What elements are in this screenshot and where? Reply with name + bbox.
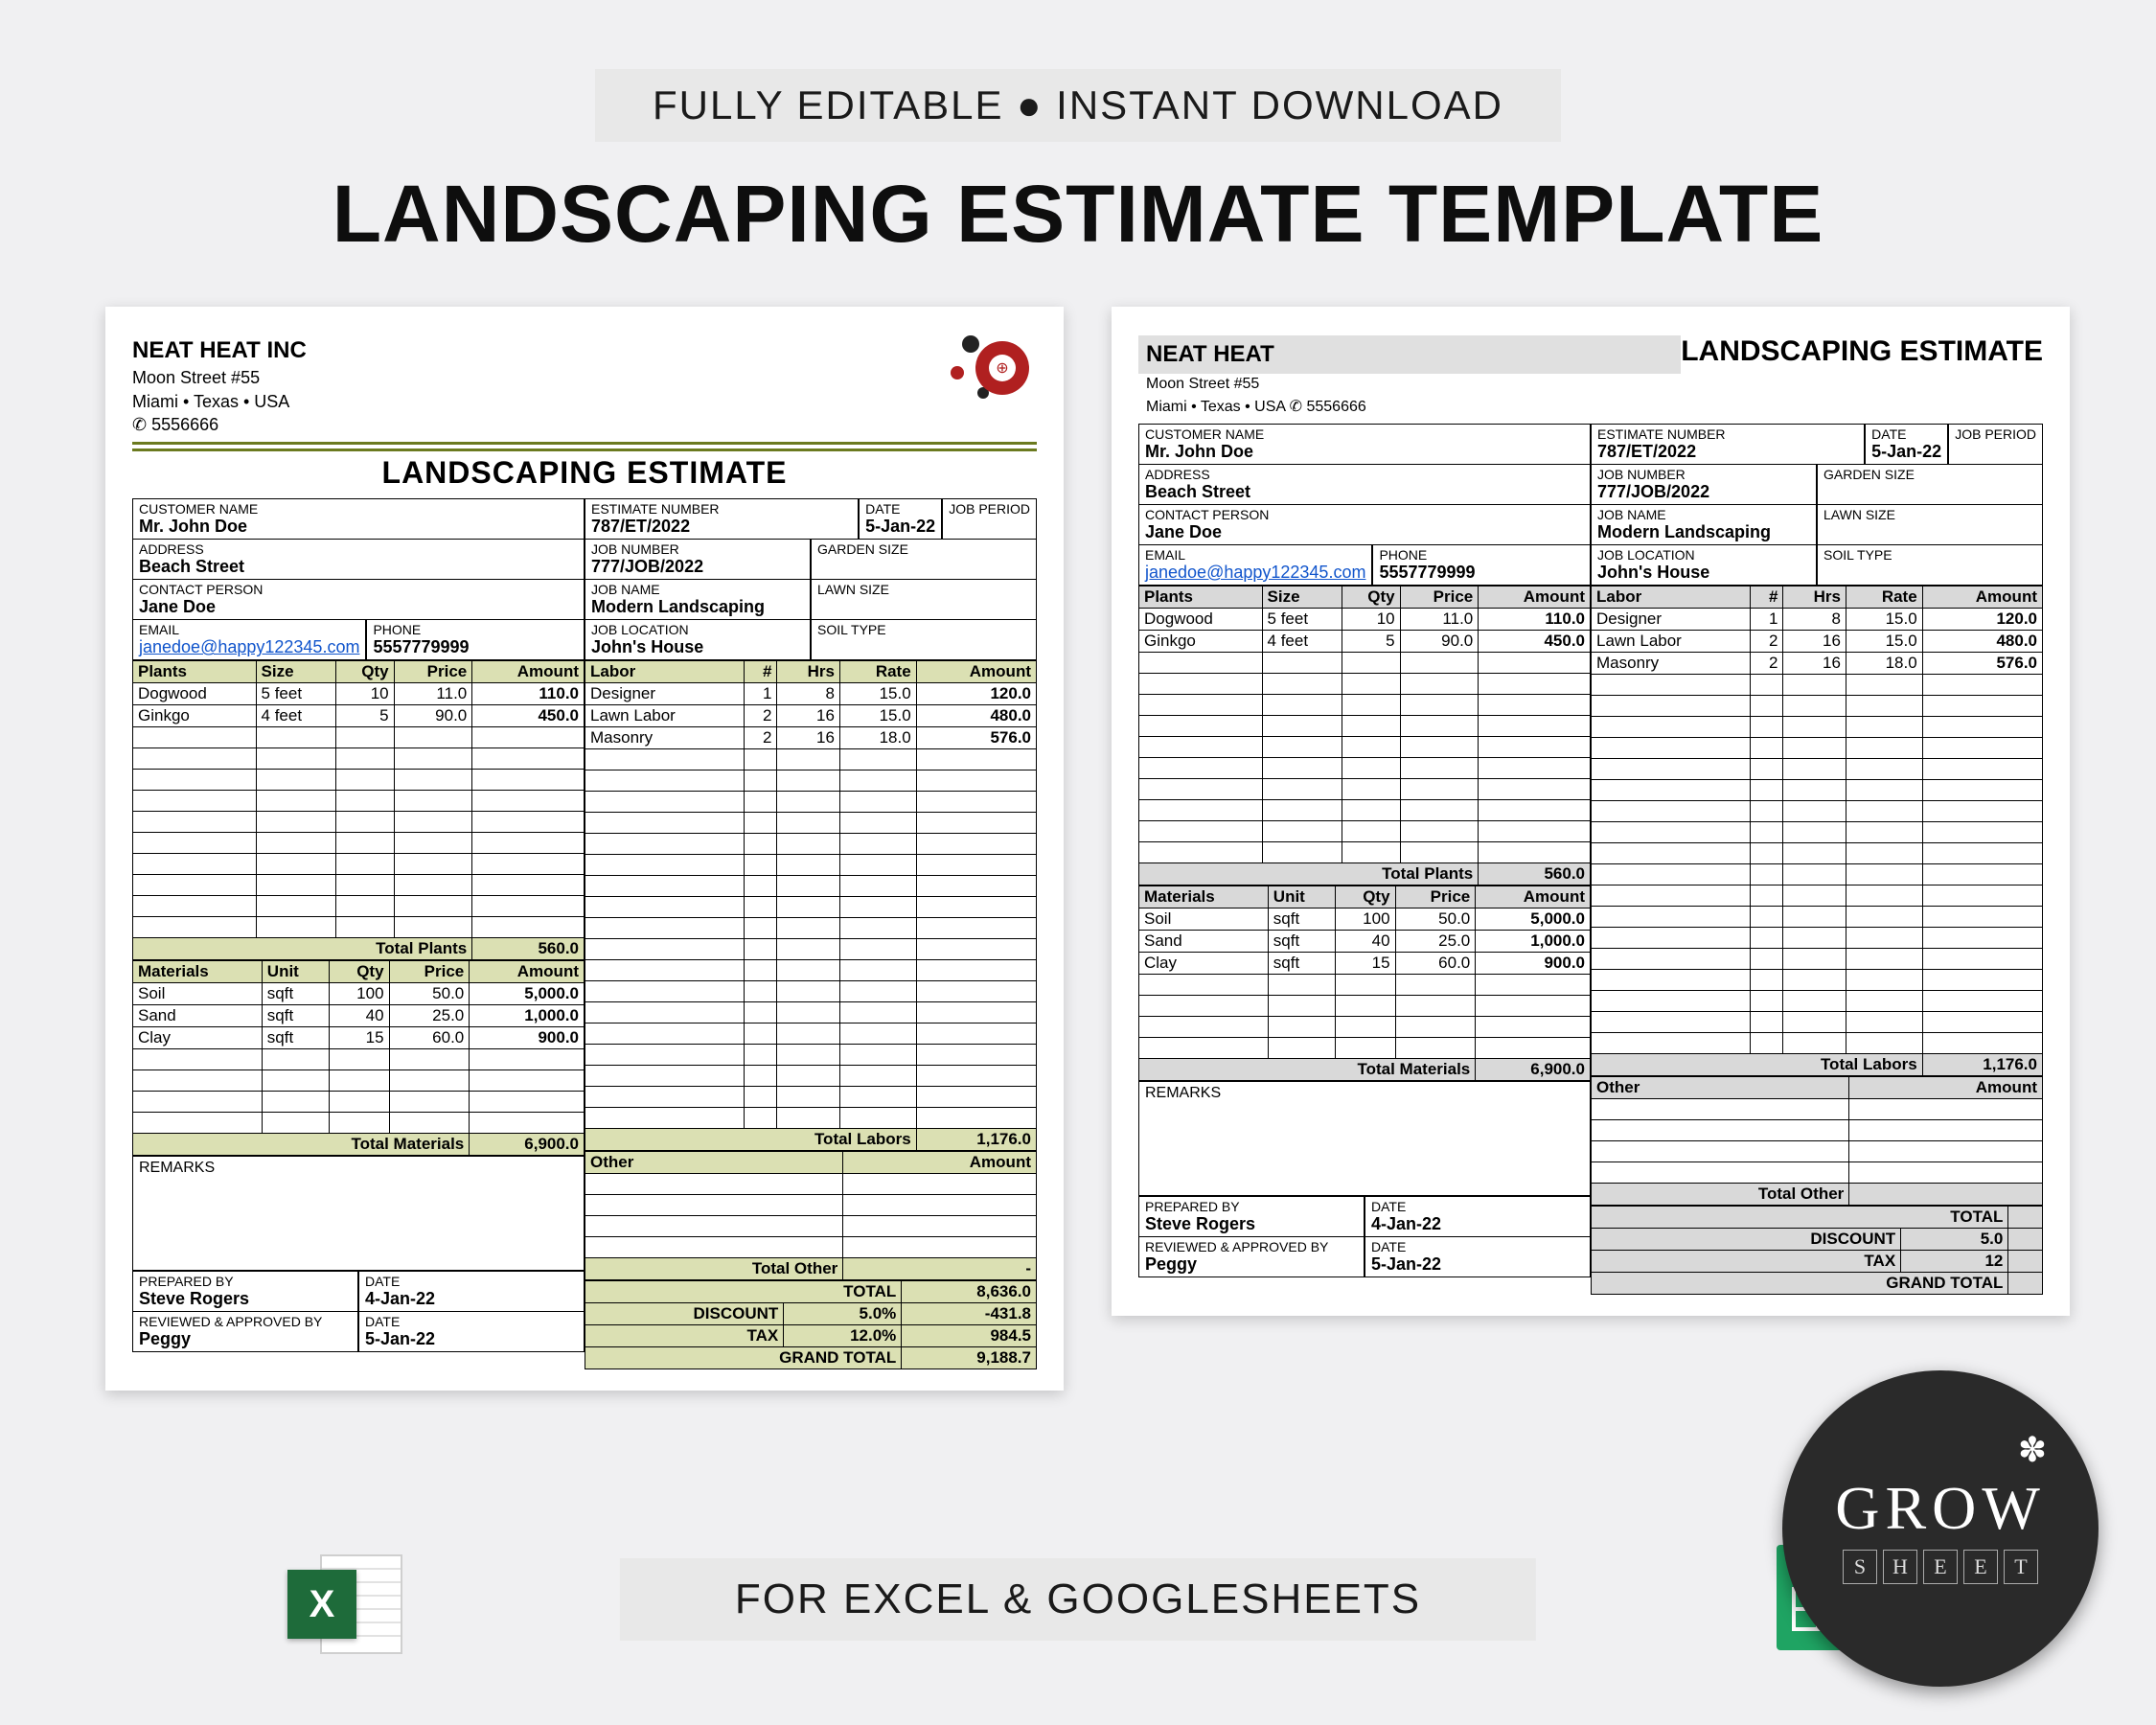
labor-table: Labor#HrsRateAmount Designer1815.0120.0 …: [1591, 586, 2043, 1076]
materials-table: MaterialsUnitQtyPriceAmount Soilsqft1005…: [132, 960, 585, 1156]
remarks-box: REMARKS: [1138, 1081, 1591, 1196]
other-table: OtherAmount Total Other: [1591, 1076, 2043, 1206]
doc-title: LANDSCAPING ESTIMATE: [1681, 335, 2043, 368]
main-title: LANDSCAPING ESTIMATE TEMPLATE: [333, 168, 1824, 261]
remarks-box: REMARKS: [132, 1156, 585, 1271]
brand-city: Miami • Texas • USA: [132, 390, 307, 413]
totals-table: TOTAL8,636.0 DISCOUNT5.0%-431.8 TAX12.0%…: [585, 1280, 1037, 1369]
brand-phone: ✆ 5556666: [132, 413, 307, 436]
brand-city: Miami • Texas • USA ✆ 5556666: [1138, 395, 1681, 418]
email-link[interactable]: janedoe@happy122345.com: [139, 637, 359, 656]
footer-band: FOR EXCEL & GOOGLESHEETS: [620, 1558, 1536, 1641]
brand-street: Moon Street #55: [132, 366, 307, 389]
logo-icon: ⊕: [951, 335, 1037, 402]
brand-block: NEAT HEAT INC Moon Street #55 Miami • Te…: [132, 335, 307, 436]
star-icon: ✽: [2018, 1430, 2047, 1470]
materials-table: MaterialsUnitQtyPriceAmount Soilsqft1005…: [1138, 886, 1591, 1081]
top-badge: FULLY EDITABLE ● INSTANT DOWNLOAD: [595, 69, 1561, 142]
plants-table: PlantsSizeQtyPriceAmount Dogwood5 feet10…: [1138, 586, 1591, 886]
email-link[interactable]: janedoe@happy122345.com: [1145, 563, 1365, 582]
other-table: OtherAmount Total Other-: [585, 1151, 1037, 1280]
grow-sheet-badge: ✽ GROW S H E E T: [1782, 1370, 2099, 1687]
labor-table: Labor#HrsRateAmount Designer1815.0120.0 …: [585, 660, 1037, 1151]
brand-name: NEAT HEAT: [1138, 335, 1681, 374]
totals-table: TOTAL DISCOUNT5.0 TAX12 GRAND TOTAL: [1591, 1206, 2043, 1295]
template-preview-grey: NEAT HEAT Moon Street #55 Miami • Texas …: [1112, 307, 2070, 1316]
excel-icon: X: [287, 1552, 402, 1658]
plants-table: PlantsSizeQtyPriceAmount Dogwood5 feet10…: [132, 660, 585, 960]
brand-name: NEAT HEAT INC: [132, 335, 307, 366]
template-preview-olive: NEAT HEAT INC Moon Street #55 Miami • Te…: [105, 307, 1064, 1391]
doc-title: LANDSCAPING ESTIMATE: [132, 455, 1037, 491]
brand-street: Moon Street #55: [1138, 374, 1681, 395]
